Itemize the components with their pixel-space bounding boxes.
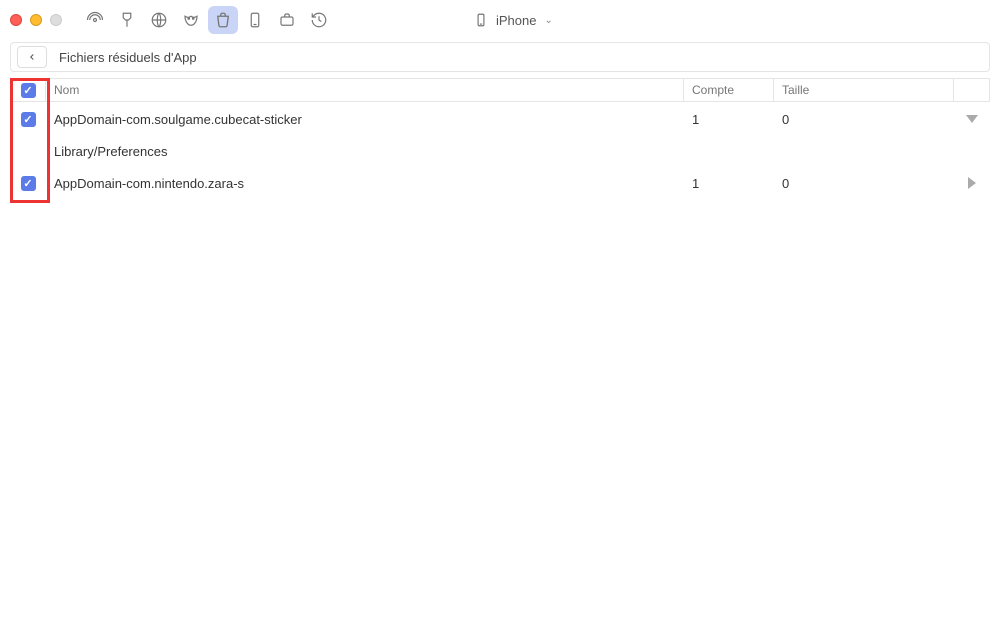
col-expand xyxy=(954,78,990,102)
row-count: 1 xyxy=(684,166,774,200)
table-header-row: Nom Compte Taille xyxy=(10,78,990,102)
trash-icon[interactable] xyxy=(208,6,238,34)
phone-icon[interactable] xyxy=(240,6,270,34)
row-count: 1 xyxy=(684,102,774,136)
minimize-window-button[interactable] xyxy=(30,14,42,26)
master-checkbox[interactable] xyxy=(21,83,36,98)
device-phone-icon xyxy=(474,13,488,27)
subrow-name: Library/Preferences xyxy=(46,136,684,166)
table-row[interactable]: AppDomain-com.nintendo.zara-s 1 0 xyxy=(10,166,990,200)
row-size: 0 xyxy=(774,166,954,200)
row-checkbox[interactable] xyxy=(21,176,36,191)
device-selector[interactable]: iPhone ⌄ xyxy=(464,6,563,34)
globe-icon[interactable] xyxy=(144,6,174,34)
table-subrow[interactable]: Library/Preferences xyxy=(10,136,990,166)
page-title: Fichiers résiduels d'App xyxy=(59,50,197,65)
triangle-down-icon xyxy=(966,115,978,123)
briefcase-icon[interactable] xyxy=(272,6,302,34)
toolbar-icons xyxy=(80,6,334,34)
row-size: 0 xyxy=(774,102,954,136)
table-row[interactable]: AppDomain-com.soulgame.cubecat-sticker 1… xyxy=(10,102,990,136)
brush-icon[interactable] xyxy=(112,6,142,34)
row-checkbox[interactable] xyxy=(21,112,36,127)
close-window-button[interactable] xyxy=(10,14,22,26)
row-checkbox-cell[interactable] xyxy=(10,166,46,200)
mask-icon[interactable] xyxy=(176,6,206,34)
row-expand[interactable] xyxy=(954,166,990,200)
history-icon[interactable] xyxy=(304,6,334,34)
titlebar: iPhone ⌄ xyxy=(0,0,1000,40)
chevron-left-icon xyxy=(27,52,37,62)
row-name: AppDomain-com.soulgame.cubecat-sticker xyxy=(46,102,684,136)
page-header: Fichiers résiduels d'App xyxy=(10,42,990,72)
device-label: iPhone xyxy=(496,13,536,28)
window-controls xyxy=(10,14,62,26)
back-button[interactable] xyxy=(17,46,47,68)
col-size[interactable]: Taille xyxy=(774,78,954,102)
row-checkbox-cell[interactable] xyxy=(10,102,46,136)
file-table: Nom Compte Taille AppDomain-com.soulgame… xyxy=(10,78,990,200)
maximize-window-button[interactable] xyxy=(50,14,62,26)
row-expand[interactable] xyxy=(954,102,990,136)
master-checkbox-cell[interactable] xyxy=(10,78,46,102)
col-name[interactable]: Nom xyxy=(46,78,684,102)
col-count[interactable]: Compte xyxy=(684,78,774,102)
chevron-down-icon: ⌄ xyxy=(544,15,552,26)
row-name: AppDomain-com.nintendo.zara-s xyxy=(46,166,684,200)
broadcast-icon[interactable] xyxy=(80,6,110,34)
triangle-right-icon xyxy=(968,177,976,189)
